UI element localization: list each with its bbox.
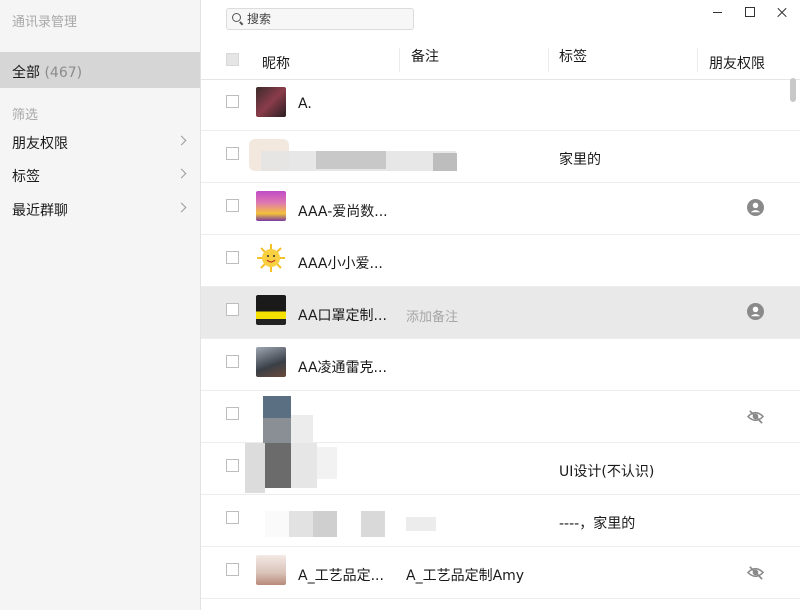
column-divider bbox=[399, 48, 400, 72]
row-checkbox[interactable] bbox=[226, 251, 239, 264]
blurred-name bbox=[433, 153, 457, 171]
table-row[interactable]: ----，家里的 bbox=[201, 495, 800, 547]
table-row[interactable]: AA口罩定制... 添加备注 bbox=[201, 287, 800, 339]
sidebar-item-friend-permissions[interactable]: 朋友权限 bbox=[0, 127, 200, 157]
contact-count: (467) bbox=[44, 65, 83, 81]
filter-section-label: 筛选 bbox=[12, 108, 39, 123]
blurred-name bbox=[291, 415, 313, 443]
avatar bbox=[256, 347, 286, 377]
blurred-avatar bbox=[245, 443, 265, 493]
row-checkbox[interactable] bbox=[226, 459, 239, 472]
table-row[interactable]: AA凌通雷克... bbox=[201, 339, 800, 391]
avatar bbox=[256, 295, 286, 325]
table-row[interactable]: A_工艺品定... A_工艺品定制Amy bbox=[201, 547, 800, 599]
search-input[interactable] bbox=[247, 10, 407, 28]
blurred-name bbox=[291, 443, 317, 488]
table-row[interactable]: 家里的 bbox=[201, 131, 800, 183]
contact-list-panel: 昵称 备注 标签 朋友权限 A. 家里的 AAA-爱尚数... AAA小小爱..… bbox=[201, 0, 800, 610]
sidebar-item-all-label: 全部 bbox=[12, 65, 40, 81]
maximize-button[interactable] bbox=[741, 5, 759, 21]
blurred-name bbox=[361, 511, 385, 537]
row-checkbox[interactable] bbox=[226, 407, 239, 420]
row-nickname: A_工艺品定... bbox=[298, 568, 384, 584]
column-header-remark[interactable]: 备注 bbox=[411, 46, 439, 66]
sidebar-item-label: 朋友权限 bbox=[12, 136, 68, 152]
user-circle-icon bbox=[747, 199, 764, 216]
eye-hidden-icon bbox=[747, 566, 764, 580]
app-title: 通讯录管理 bbox=[12, 15, 78, 30]
sidebar-item-recent-groups[interactable]: 最近群聊 bbox=[0, 194, 200, 224]
row-nickname: AA口罩定制... bbox=[298, 308, 387, 324]
search-icon bbox=[232, 13, 241, 22]
chevron-right-icon bbox=[176, 202, 187, 213]
row-checkbox[interactable] bbox=[226, 147, 239, 160]
column-header-tags[interactable]: 标签 bbox=[559, 46, 587, 66]
row-tags: 家里的 bbox=[559, 152, 601, 168]
close-button[interactable] bbox=[773, 5, 791, 21]
row-nickname: AAA-爱尚数... bbox=[298, 204, 388, 220]
column-header-permission[interactable]: 朋友权限 bbox=[709, 53, 765, 73]
row-remark: A_工艺品定制Amy bbox=[406, 568, 525, 584]
blurred-remark bbox=[406, 517, 436, 531]
avatar bbox=[256, 191, 286, 221]
sidebar-item-all[interactable]: 全部 (467) bbox=[0, 52, 200, 88]
row-nickname: A. bbox=[298, 96, 312, 112]
sidebar-item-label: 标签 bbox=[12, 169, 40, 185]
avatar bbox=[256, 555, 286, 585]
search-box[interactable] bbox=[226, 8, 414, 30]
row-checkbox[interactable] bbox=[226, 95, 239, 108]
minimize-button[interactable] bbox=[709, 5, 727, 21]
row-nickname: AA凌通雷克... bbox=[298, 360, 387, 376]
user-circle-icon bbox=[747, 303, 764, 320]
table-row[interactable] bbox=[201, 391, 800, 443]
row-checkbox[interactable] bbox=[226, 563, 239, 576]
chevron-right-icon bbox=[176, 168, 187, 179]
row-checkbox[interactable] bbox=[226, 511, 239, 524]
column-divider bbox=[548, 48, 549, 72]
blurred-name bbox=[289, 511, 313, 537]
blurred-name bbox=[317, 447, 337, 479]
row-nickname: AAA小小爱... bbox=[298, 256, 383, 272]
sidebar-item-tags[interactable]: 标签 bbox=[0, 160, 200, 190]
scrollbar-thumb[interactable] bbox=[790, 78, 796, 102]
sidebar: 通讯录管理 全部 (467) 筛选 朋友权限 标签 最近群聊 bbox=[0, 0, 201, 610]
blurred-avatar bbox=[263, 396, 291, 418]
maximize-icon bbox=[745, 7, 755, 17]
blurred-avatar bbox=[265, 443, 291, 488]
table-row[interactable]: UI设计(不认识) bbox=[201, 443, 800, 495]
avatar bbox=[256, 243, 286, 273]
blurred-avatar bbox=[265, 511, 289, 537]
column-header-nickname[interactable]: 昵称 bbox=[262, 53, 290, 73]
avatar bbox=[256, 87, 286, 117]
blurred-name bbox=[316, 151, 386, 169]
row-checkbox[interactable] bbox=[226, 199, 239, 212]
table-header: 昵称 备注 标签 朋友权限 bbox=[201, 42, 800, 80]
sidebar-item-label: 最近群聊 bbox=[12, 203, 68, 219]
add-remark-link[interactable]: 添加备注 bbox=[406, 306, 458, 325]
column-divider bbox=[697, 48, 698, 72]
eye-hidden-icon bbox=[747, 410, 764, 424]
minimize-icon bbox=[713, 12, 722, 13]
table-row[interactable]: AAA-爱尚数... bbox=[201, 183, 800, 235]
chevron-right-icon bbox=[176, 135, 187, 146]
blurred-name bbox=[313, 511, 337, 537]
table-row[interactable]: AAA小小爱... bbox=[201, 235, 800, 287]
select-all-checkbox[interactable] bbox=[226, 53, 239, 66]
table-row[interactable]: A. bbox=[201, 79, 800, 131]
row-checkbox[interactable] bbox=[226, 355, 239, 368]
row-checkbox[interactable] bbox=[226, 303, 239, 316]
row-tags: UI设计(不认识) bbox=[559, 464, 655, 480]
blurred-avatar bbox=[263, 418, 291, 443]
row-tags: ----，家里的 bbox=[559, 516, 636, 532]
